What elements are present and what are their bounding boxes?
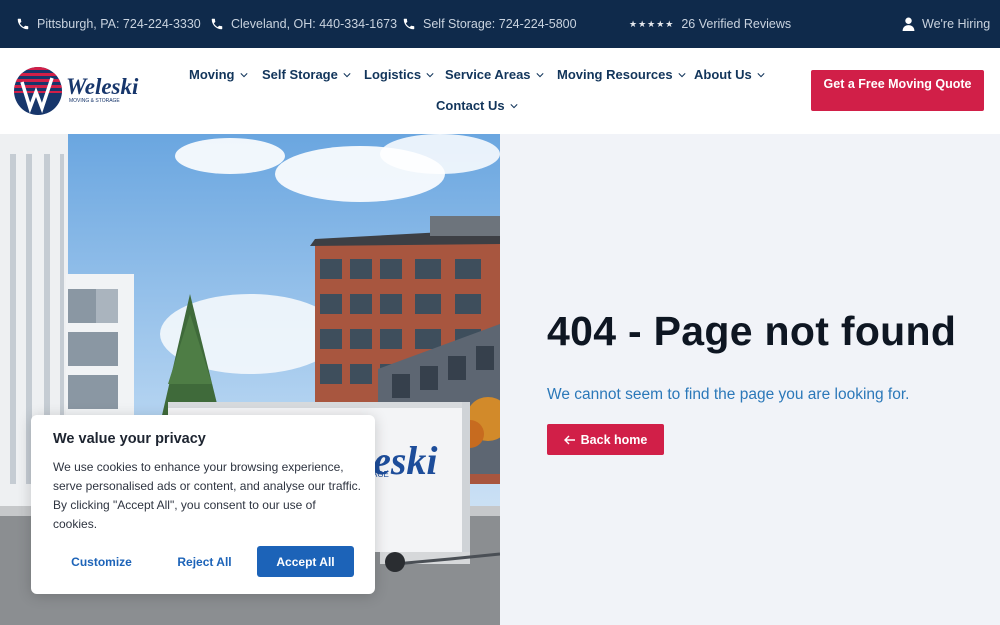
nav-label: About Us [694,67,752,82]
phone-icon [403,18,415,30]
nav-self-storage[interactable]: Self Storage [262,67,351,82]
chevron-down-icon [239,72,248,77]
chevron-down-icon [757,72,765,77]
chevron-down-icon [535,72,544,77]
arrow-left-icon [563,435,575,444]
error-panel [500,134,1000,625]
nav-logistics[interactable]: Logistics [364,67,434,82]
phone-icon [211,18,223,30]
phone-label: Pittsburgh, PA: 724-224-3330 [37,17,201,31]
reviews-label: 26 Verified Reviews [681,17,792,31]
nav-contact-us[interactable]: Contact Us [436,98,518,113]
chevron-down-icon [426,72,434,77]
error-message: We cannot seem to find the page you are … [547,386,910,403]
nav-moving-resources[interactable]: Moving Resources [557,67,686,82]
nav-label: Service Areas [445,67,531,82]
nav-moving[interactable]: Moving [189,67,248,82]
cookie-consent-panel: We value your privacy We use cookies to … [31,415,375,594]
accept-all-button[interactable]: Accept All [257,546,354,577]
svg-text:Weleski: Weleski [66,74,139,99]
error-title: 404 - Page not found [547,308,957,354]
hiring-label: We're Hiring [922,17,991,31]
nav-label: Moving [189,67,235,82]
nav-label: Contact Us [436,98,505,113]
reject-all-button[interactable]: Reject All [156,546,253,577]
phone-link-pittsburgh[interactable]: Pittsburgh, PA: 724-224-3330 [16,0,201,48]
chevron-down-icon [678,72,686,77]
customize-button[interactable]: Customize [53,546,150,577]
free-quote-button[interactable]: Get a Free Moving Quote [811,70,984,111]
back-home-button[interactable]: Back home [547,424,664,455]
nav-label: Self Storage [262,67,338,82]
chevron-down-icon [343,72,351,77]
chevron-down-icon [510,103,518,108]
phone-link-storage[interactable]: Self Storage: 724-224-5800 [402,0,577,48]
rating-stars: ★★★★★ [629,18,675,29]
hiring-link[interactable]: We're Hiring [902,0,990,48]
top-bar: Pittsburgh, PA: 724-224-3330 Cleveland, … [0,0,1000,48]
phone-link-cleveland[interactable]: Cleveland, OH: 440-334-1673 [210,0,397,48]
phone-label: Cleveland, OH: 440-334-1673 [231,17,398,31]
weleski-logo[interactable]: Weleski MOVING & STORAGE [14,64,144,116]
nav-label: Logistics [364,67,422,82]
nav-about-us[interactable]: About Us [694,67,765,82]
cookie-body: We use cookies to enhance your browsing … [53,460,361,531]
user-icon [902,17,915,31]
phone-icon [17,18,29,30]
cookie-title: We value your privacy [53,431,206,447]
phone-label: Self Storage: 724-224-5800 [423,17,577,31]
nav-service-areas[interactable]: Service Areas [445,67,544,82]
site-header: Weleski MOVING & STORAGE Moving Self Sto… [0,48,1000,134]
reviews-link[interactable]: ★★★★★ 26 Verified Reviews [629,0,791,48]
back-home-label: Back home [580,432,648,447]
nav-label: Moving Resources [557,67,673,82]
svg-text:MOVING & STORAGE: MOVING & STORAGE [69,98,120,104]
